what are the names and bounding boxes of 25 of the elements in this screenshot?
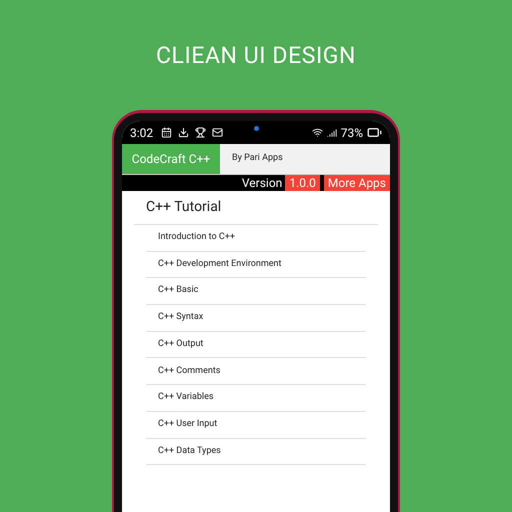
more-apps-button[interactable]: More Apps xyxy=(324,175,390,191)
section-title: C++ Tutorial xyxy=(134,191,378,225)
version-number: 1.0.0 xyxy=(285,175,320,191)
status-time: 3:02 xyxy=(130,124,154,142)
tutorial-item[interactable]: C++ Syntax xyxy=(146,305,366,332)
battery-percent: 73% xyxy=(340,124,363,142)
download-icon xyxy=(178,127,190,138)
trophy-icon xyxy=(195,127,206,138)
tutorial-item[interactable]: C++ Data Types xyxy=(146,438,366,466)
tutorial-item[interactable]: C++ User Input xyxy=(146,412,366,438)
tutorial-item[interactable]: Introduction to C++ xyxy=(146,225,366,252)
app-title: CodeCraft C++ xyxy=(122,144,220,174)
mail-icon xyxy=(212,127,224,138)
version-label: Version xyxy=(242,175,282,192)
signal-icon xyxy=(326,128,337,138)
wifi-icon xyxy=(312,127,323,138)
app-subtitle: By Pari Apps xyxy=(232,152,283,166)
tutorial-item[interactable]: C++ Comments xyxy=(146,358,366,386)
calendar-icon xyxy=(161,127,172,138)
tutorial-item[interactable]: C++ Variables xyxy=(146,385,366,412)
headline: CLIEAN UI DESIGN xyxy=(156,42,356,70)
tutorial-item[interactable]: C++ Basic xyxy=(146,278,366,306)
battery-icon xyxy=(367,125,382,140)
tutorial-item[interactable]: C++ Development Environment xyxy=(146,252,366,278)
tutorial-item[interactable]: C++ Output xyxy=(146,332,366,358)
